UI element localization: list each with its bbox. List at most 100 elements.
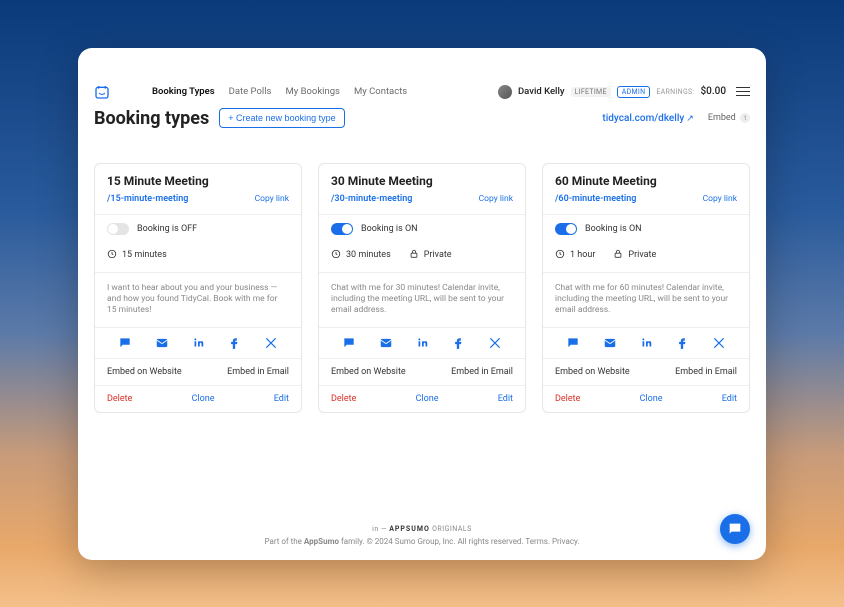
user-area: David Kelly LIFETIME ADMIN EARNINGS: $0.… — [498, 84, 750, 99]
action-row: Delete Clone Edit — [319, 385, 525, 412]
booking-type-card: 60 Minute Meeting /60-minute-meeting Cop… — [542, 163, 750, 413]
lock-icon — [409, 249, 419, 262]
chat-fab[interactable] — [720, 514, 750, 544]
privacy-link[interactable]: Privacy. — [552, 537, 580, 546]
booking-type-card: 30 Minute Meeting /30-minute-meeting Cop… — [318, 163, 526, 413]
clone-button[interactable]: Clone — [416, 394, 439, 404]
duration-indicator: 15 minutes — [107, 249, 167, 262]
embed-count-badge: 1 — [740, 113, 750, 123]
embed-website-button[interactable]: Embed on Website — [331, 367, 406, 377]
main-nav: Booking Types Date Polls My Bookings My … — [152, 86, 498, 97]
duration-text: 30 minutes — [346, 250, 391, 260]
privacy-indicator: Private — [409, 249, 452, 262]
embed-email-button[interactable]: Embed in Email — [451, 367, 513, 377]
embed-email-button[interactable]: Embed in Email — [227, 367, 289, 377]
embed-row: Embed on Website Embed in Email — [319, 358, 525, 385]
clone-button[interactable]: Clone — [640, 394, 663, 404]
copy-link-button[interactable]: Copy link — [703, 194, 737, 204]
booking-status-text: Booking is ON — [361, 224, 418, 234]
embed-link[interactable]: Embed 1 — [708, 113, 750, 124]
x-icon[interactable] — [264, 336, 278, 350]
footer: in — APPSUMO ORIGINALS Part of the AppSu… — [78, 517, 766, 560]
earnings-amount[interactable]: $0.00 — [700, 86, 726, 97]
external-link-icon: ↗ — [686, 114, 694, 124]
duration-indicator: 30 minutes — [331, 249, 391, 262]
delete-button[interactable]: Delete — [107, 394, 132, 404]
create-booking-type-button[interactable]: + Create new booking type — [219, 108, 344, 128]
booking-toggle[interactable] — [555, 223, 577, 235]
app-logo-icon[interactable] — [94, 84, 110, 100]
duration-text: 1 hour — [570, 250, 595, 260]
embed-label: Embed — [708, 113, 736, 123]
social-share-row — [95, 327, 301, 358]
email-icon[interactable] — [155, 336, 169, 350]
edit-button[interactable]: Edit — [498, 394, 513, 404]
linkedin-icon[interactable] — [415, 336, 429, 350]
nav-my-contacts[interactable]: My Contacts — [354, 86, 407, 97]
action-row: Delete Clone Edit — [95, 385, 301, 412]
booking-type-card: 15 Minute Meeting /15-minute-meeting Cop… — [94, 163, 302, 413]
delete-button[interactable]: Delete — [331, 394, 356, 404]
lock-icon — [613, 249, 623, 262]
embed-website-button[interactable]: Embed on Website — [555, 367, 630, 377]
embed-website-button[interactable]: Embed on Website — [107, 367, 182, 377]
nav-date-polls[interactable]: Date Polls — [229, 86, 272, 97]
facebook-icon[interactable] — [675, 336, 689, 350]
x-icon[interactable] — [712, 336, 726, 350]
edit-button[interactable]: Edit — [274, 394, 289, 404]
booking-status-text: Booking is OFF — [137, 224, 197, 234]
linkedin-icon[interactable] — [639, 336, 653, 350]
cards-container: 15 Minute Meeting /15-minute-meeting Cop… — [78, 139, 766, 413]
card-title: 60 Minute Meeting — [555, 174, 737, 188]
duration-indicator: 1 hour — [555, 249, 595, 262]
nav-my-bookings[interactable]: My Bookings — [285, 86, 340, 97]
chat-icon[interactable] — [566, 336, 580, 350]
clock-icon — [331, 249, 341, 262]
x-icon[interactable] — [488, 336, 502, 350]
embed-email-button[interactable]: Embed in Email — [675, 367, 737, 377]
slug-link[interactable]: /15-minute-meeting — [107, 194, 188, 204]
card-title: 15 Minute Meeting — [107, 174, 289, 188]
embed-row: Embed on Website Embed in Email — [95, 358, 301, 385]
clock-icon — [555, 249, 565, 262]
share-url-link[interactable]: tidycal.com/dkelly↗ — [602, 113, 693, 124]
booking-status-text: Booking is ON — [585, 224, 642, 234]
menu-icon[interactable] — [736, 84, 750, 99]
duration-text: 15 minutes — [122, 250, 167, 260]
chat-icon[interactable] — [342, 336, 356, 350]
terms-link[interactable]: Terms. — [525, 537, 550, 546]
booking-toggle[interactable] — [107, 223, 129, 235]
page-title: Booking types — [94, 108, 209, 129]
copy-link-button[interactable]: Copy link — [479, 194, 513, 204]
nav-booking-types[interactable]: Booking Types — [152, 86, 215, 97]
card-title: 30 Minute Meeting — [331, 174, 513, 188]
linkedin-icon[interactable] — [191, 336, 205, 350]
edit-button[interactable]: Edit — [722, 394, 737, 404]
facebook-icon[interactable] — [451, 336, 465, 350]
topbar: Booking Types Date Polls My Bookings My … — [78, 74, 766, 108]
subheader: Booking types + Create new booking type … — [78, 108, 766, 139]
social-share-row — [543, 327, 749, 358]
privacy-indicator: Private — [613, 249, 656, 262]
chat-icon[interactable] — [118, 336, 132, 350]
facebook-icon[interactable] — [227, 336, 241, 350]
app-window: Booking Types Date Polls My Bookings My … — [78, 48, 766, 560]
booking-toggle[interactable] — [331, 223, 353, 235]
copy-link-button[interactable]: Copy link — [255, 194, 289, 204]
badge-admin: ADMIN — [617, 86, 651, 98]
slug-link[interactable]: /30-minute-meeting — [331, 194, 412, 204]
share-url-text: tidycal.com/dkelly — [602, 113, 684, 124]
delete-button[interactable]: Delete — [555, 394, 580, 404]
footer-brand: in — APPSUMO ORIGINALS — [78, 525, 766, 533]
username[interactable]: David Kelly — [518, 86, 565, 97]
slug-link[interactable]: /60-minute-meeting — [555, 194, 636, 204]
email-icon[interactable] — [603, 336, 617, 350]
footer-legal: Part of the AppSumo family. © 2024 Sumo … — [78, 537, 766, 546]
clock-icon — [107, 249, 117, 262]
card-description: Chat with me for 30 minutes! Calendar in… — [319, 272, 525, 327]
privacy-text: Private — [424, 250, 452, 260]
clone-button[interactable]: Clone — [192, 394, 215, 404]
email-icon[interactable] — [379, 336, 393, 350]
social-share-row — [319, 327, 525, 358]
avatar[interactable] — [498, 85, 512, 99]
